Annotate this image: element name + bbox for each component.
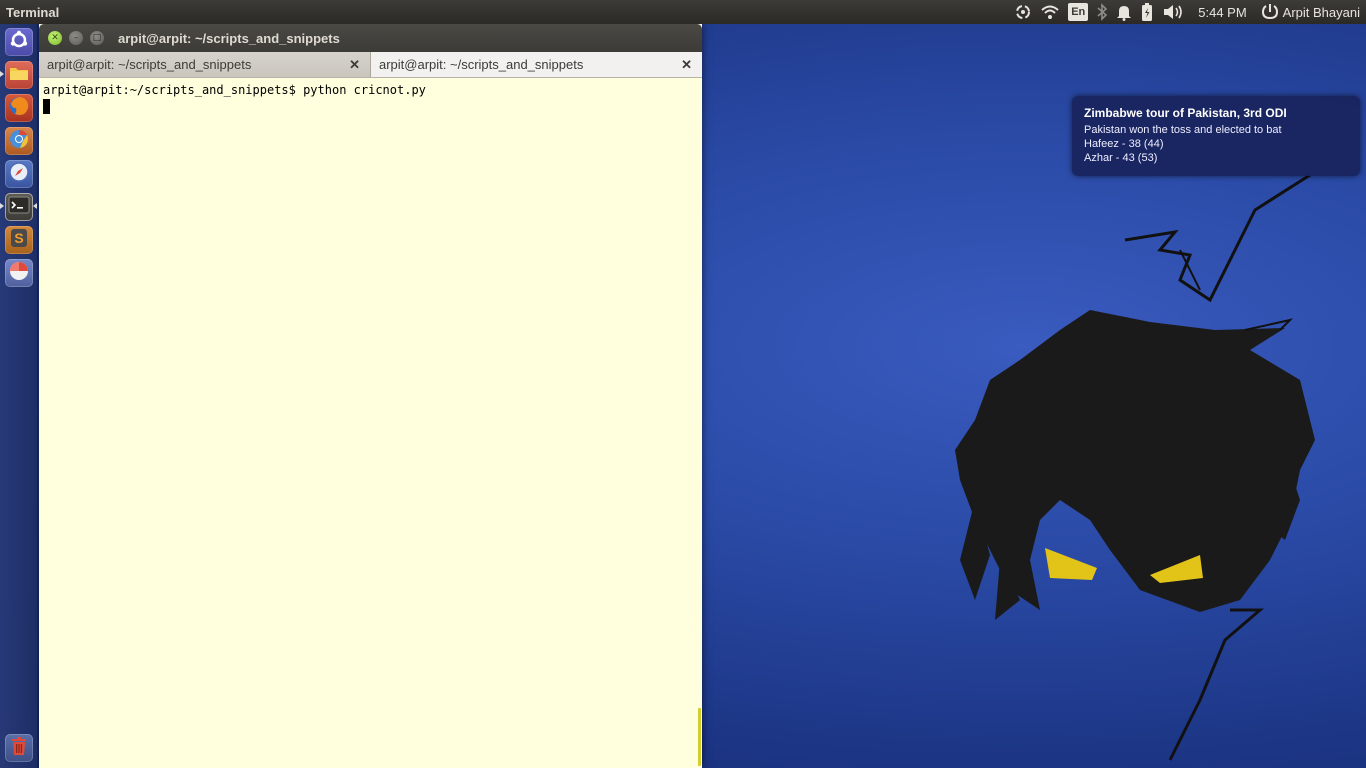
firefox-icon (8, 95, 30, 121)
window-titlebar[interactable]: ✕ – □ arpit@arpit: ~/scripts_and_snippet… (39, 24, 702, 52)
dash-home-button[interactable] (5, 28, 33, 56)
volume-icon[interactable] (1162, 0, 1184, 24)
notification-line: Hafeez - 38 (44) (1084, 138, 1164, 150)
running-indicator (0, 203, 4, 209)
keyboard-layout-indicator[interactable]: En (1068, 3, 1089, 21)
notification-title: Zimbabwe tour of Pakistan, 3rd ODI (1084, 106, 1287, 120)
bluetooth-icon[interactable] (1096, 0, 1108, 24)
firefox-launcher-button[interactable] (5, 94, 33, 122)
chromium-icon (8, 128, 30, 154)
web-browser-launcher-button[interactable] (5, 160, 33, 188)
session-menu-icon[interactable] (1261, 0, 1279, 24)
battery-icon[interactable] (1140, 0, 1154, 24)
trash-icon (10, 736, 28, 760)
trash-launcher-button[interactable] (5, 734, 33, 762)
notification-line: Azhar - 43 (53) (1084, 152, 1158, 164)
prompt-line: arpit@arpit:~/scripts_and_snippets$ pyth… (43, 83, 426, 97)
window-minimize-button[interactable]: – (69, 31, 83, 45)
files-launcher-button[interactable] (5, 61, 33, 89)
text-cursor (43, 99, 50, 114)
tab-bar: arpit@arpit: ~/scripts_and_snippets ✕ ar… (39, 52, 702, 78)
terminal-icon (8, 196, 30, 218)
ubuntu-logo-icon (9, 30, 29, 54)
disk-usage-launcher-button[interactable] (5, 259, 33, 287)
pie-chart-icon (8, 260, 30, 286)
tab-close-icon[interactable]: ✕ (681, 57, 692, 73)
minimize-icon: – (73, 32, 79, 43)
tab-label: arpit@arpit: ~/scripts_and_snippets (379, 57, 584, 72)
notification-bell-icon[interactable] (1116, 0, 1132, 24)
clock[interactable]: 5:44 PM (1198, 0, 1246, 24)
launcher: S (0, 24, 38, 768)
tab-close-icon[interactable]: ✕ (349, 57, 360, 73)
terminal-launcher-button[interactable] (5, 193, 33, 221)
terminal-output[interactable]: arpit@arpit:~/scripts_and_snippets$ pyth… (39, 78, 702, 768)
wifi-icon[interactable] (1040, 0, 1060, 24)
scrollbar-thumb[interactable] (698, 708, 701, 766)
sync-indicator-icon[interactable] (1014, 0, 1032, 24)
window-close-button[interactable]: ✕ (48, 31, 62, 45)
notification-line: Pakistan won the toss and elected to bat (1084, 124, 1282, 136)
sublime-icon: S (9, 227, 29, 253)
compass-icon (8, 161, 30, 187)
active-indicator (33, 203, 37, 209)
terminal-window[interactable]: ✕ – □ arpit@arpit: ~/scripts_and_snippet… (39, 24, 702, 768)
window-maximize-button[interactable]: □ (90, 31, 104, 45)
tab-label: arpit@arpit: ~/scripts_and_snippets (47, 57, 252, 72)
sublime-launcher-button[interactable]: S (5, 226, 33, 254)
terminal-tab-active[interactable]: arpit@arpit: ~/scripts_and_snippets ✕ (371, 52, 702, 77)
chromium-launcher-button[interactable] (5, 127, 33, 155)
active-app-name[interactable]: Terminal (0, 5, 59, 20)
terminal-tab[interactable]: arpit@arpit: ~/scripts_and_snippets ✕ (39, 52, 371, 77)
user-name[interactable]: Arpit Bhayani (1283, 0, 1360, 24)
indicator-area: En 5:44 PM Arpit Bhayani (1010, 0, 1366, 24)
svg-text:S: S (14, 230, 23, 246)
folder-icon (9, 65, 29, 85)
window-title: arpit@arpit: ~/scripts_and_snippets (118, 30, 340, 46)
notification-bubble: Zimbabwe tour of Pakistan, 3rd ODI Pakis… (1072, 96, 1360, 176)
running-indicator (0, 71, 4, 77)
top-panel: Terminal En 5:44 PM Arpit Bhayani (0, 0, 1366, 24)
maximize-icon: □ (92, 32, 102, 43)
close-icon: ✕ (51, 32, 59, 43)
